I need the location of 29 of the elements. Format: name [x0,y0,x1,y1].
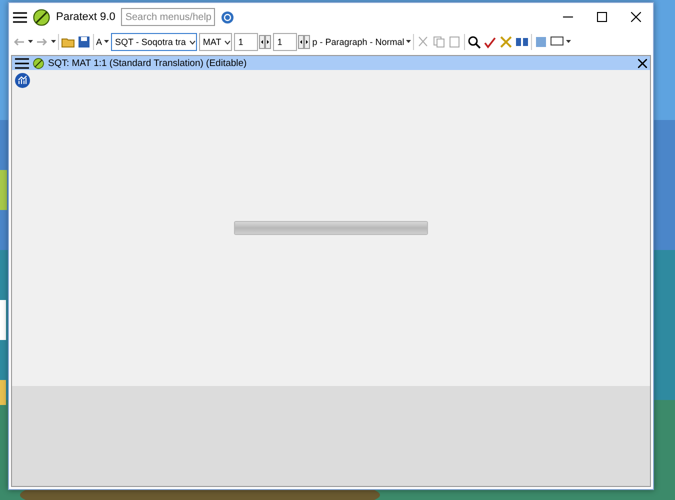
book-dropdown[interactable]: MAT [198,33,232,51]
style-dropdown[interactable]: p - Paragraph - Normal [312,33,404,51]
chart-icon[interactable] [15,73,30,88]
pane-title: SQT: MAT 1:1 (Standard Translation) (Editable) [48,58,247,68]
chapter-field[interactable]: 1 [234,33,258,51]
caret-icon [28,40,33,44]
window-title: Paratext 9.0 [56,11,116,23]
chevron-down-icon [188,40,196,44]
caret-icon [406,40,412,44]
font-button[interactable]: A [96,33,102,51]
verse-field[interactable]: 1 [273,33,298,51]
chevron-down-icon [224,40,232,44]
close-icon[interactable] [631,12,641,22]
close-icon[interactable] [638,58,647,68]
caret-icon [566,40,572,44]
columns-icon[interactable] [515,35,530,49]
menu-icon[interactable] [15,58,29,68]
search-field[interactable]: Search menus/help [121,8,216,26]
spin-arrows-icon[interactable] [298,35,310,49]
caret-icon [104,40,110,44]
menu-icon[interactable] [13,12,27,22]
save-icon[interactable] [77,35,91,49]
maximize-icon[interactable] [597,12,607,22]
project-dropdown[interactable]: SQT - Soqotra tra [111,33,197,51]
search-icon[interactable] [467,35,482,49]
caret-icon [51,40,56,44]
spellcheck-icon[interactable] [483,35,498,49]
help-icon[interactable] [221,10,234,24]
spin-arrows-icon[interactable] [259,35,272,49]
